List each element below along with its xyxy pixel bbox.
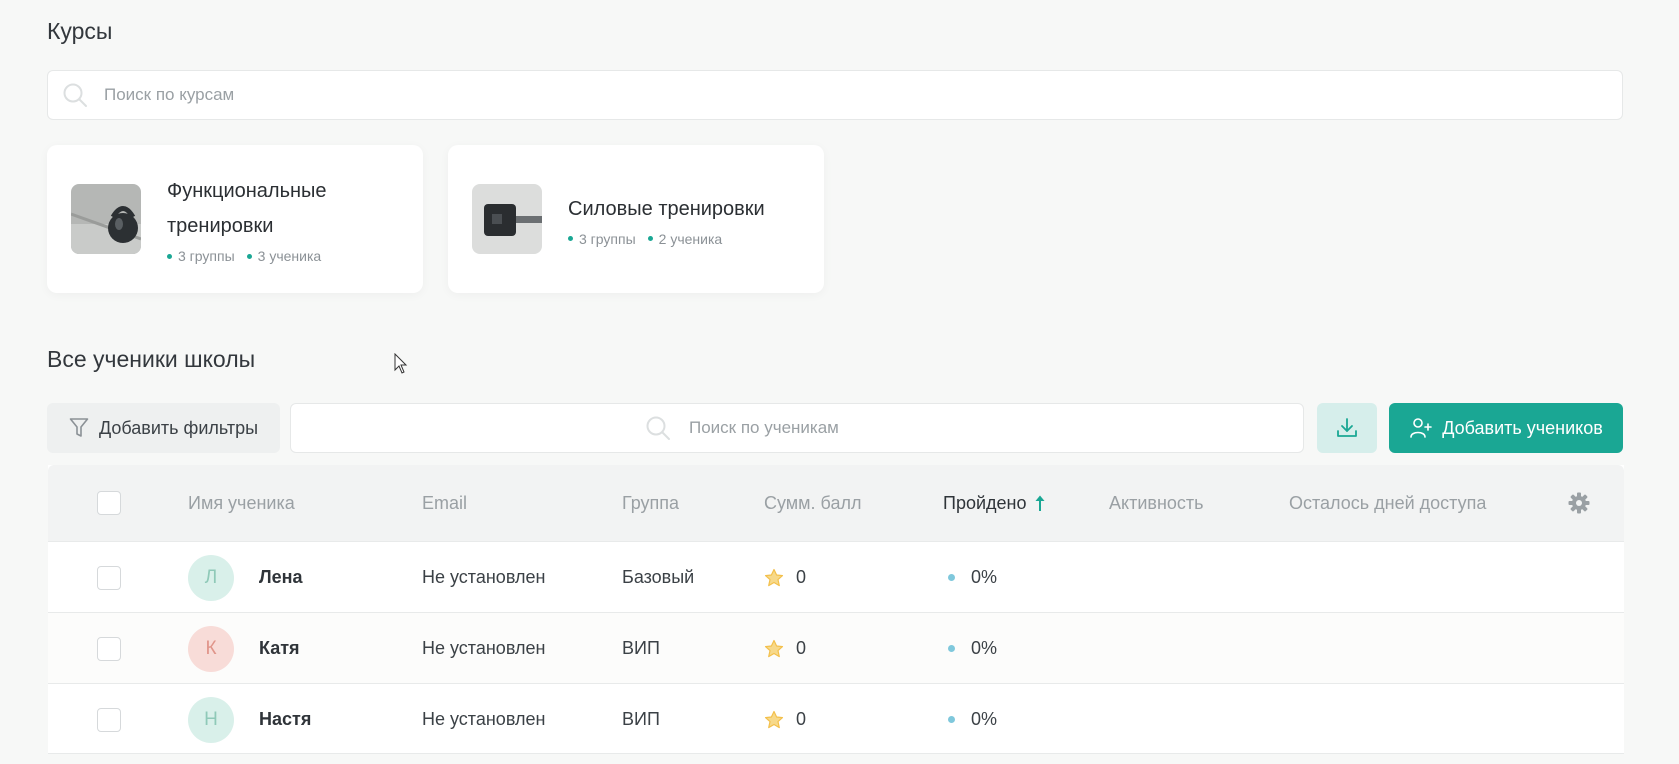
student-email: Не установлен (422, 567, 546, 587)
column-header-activity[interactable]: Активность (1109, 465, 1204, 541)
select-all-cell (97, 465, 121, 541)
column-header-days-left[interactable]: Осталось дней доступа (1289, 465, 1486, 541)
courses-title: Курсы (47, 18, 113, 44)
course-groups-count: 3 группы (568, 231, 636, 247)
add-filters-label: Добавить фильтры (98, 417, 259, 438)
row-checkbox[interactable] (97, 707, 121, 732)
search-icon (646, 416, 670, 440)
course-students-count: 3 ученика (247, 248, 322, 264)
add-filters-button[interactable]: Добавить фильтры (47, 403, 280, 453)
add-students-label: Добавить учеников (1442, 417, 1603, 438)
course-thumbnail-dumbbell (472, 184, 542, 254)
download-button[interactable] (1317, 403, 1377, 453)
students-title: Все ученики школы (47, 346, 256, 372)
student-group: ВИП (622, 709, 660, 729)
course-students-count: 2 ученика (648, 231, 723, 247)
column-header-completed-label: Пройдено (943, 492, 1027, 513)
student-search-box[interactable] (290, 403, 1304, 453)
row-checkbox[interactable] (97, 565, 121, 590)
star-icon (764, 710, 784, 728)
course-name-line1: Функциональные (167, 180, 327, 202)
sort-up-icon (1035, 495, 1045, 511)
column-settings-cell[interactable] (1568, 465, 1590, 541)
course-card-strength[interactable]: Силовые тренировки 3 группы 2 ученика (448, 145, 824, 293)
student-score: 0 (796, 709, 807, 729)
avatar: К (188, 625, 234, 672)
kettlebell-image-icon (71, 184, 141, 254)
progress-dot (948, 716, 955, 723)
add-user-icon (1410, 418, 1433, 438)
student-completed: 0% (971, 709, 998, 729)
student-search-input[interactable] (689, 418, 949, 438)
student-score: 0 (796, 567, 807, 587)
table-header: Имя ученика Email Группа Сумм. балл Прой… (48, 465, 1624, 541)
table-row[interactable]: Л Лена Не установлен Базовый 0 0% (48, 541, 1624, 612)
star-icon (764, 639, 784, 657)
download-icon (1337, 418, 1357, 437)
student-score: 0 (796, 638, 807, 658)
column-header-name[interactable]: Имя ученика (188, 465, 295, 541)
course-thumbnail-kettlebell (71, 184, 141, 254)
course-search-box[interactable] (47, 70, 1623, 120)
filter-icon (69, 418, 89, 437)
avatar: Н (188, 696, 234, 743)
progress-dot (948, 645, 955, 652)
column-header-completed[interactable]: Пройдено (943, 465, 1046, 541)
student-email: Не установлен (422, 709, 546, 729)
avatar: Л (188, 554, 234, 601)
student-completed: 0% (971, 567, 998, 587)
student-name[interactable]: Настя (259, 709, 311, 730)
student-group: Базовый (622, 567, 695, 587)
progress-dot (948, 574, 955, 581)
course-name-line2: тренировки (167, 215, 274, 237)
cursor-icon (394, 353, 408, 374)
column-header-group[interactable]: Группа (622, 465, 679, 541)
students-table: Имя ученика Email Группа Сумм. балл Прой… (48, 465, 1624, 754)
table-row[interactable]: К Катя Не установлен ВИП 0 0% (48, 612, 1624, 683)
course-name: Силовые тренировки (568, 197, 765, 220)
table-row[interactable]: Н Настя Не установлен ВИП 0 0% (48, 683, 1624, 754)
select-all-checkbox[interactable] (97, 491, 121, 515)
student-group: ВИП (622, 638, 660, 658)
column-header-email[interactable]: Email (422, 465, 467, 541)
column-header-score[interactable]: Сумм. балл (764, 465, 861, 541)
add-students-button[interactable]: Добавить учеников (1389, 403, 1623, 453)
student-completed: 0% (971, 638, 998, 658)
student-name[interactable]: Катя (259, 638, 300, 659)
search-icon (63, 83, 87, 107)
star-icon (764, 568, 784, 586)
student-name[interactable]: Лена (259, 567, 303, 588)
dumbbell-image-icon (472, 184, 542, 254)
student-email: Не установлен (422, 638, 546, 658)
course-groups-count: 3 группы (167, 248, 235, 264)
row-checkbox[interactable] (97, 636, 121, 661)
gear-icon (1568, 492, 1590, 514)
course-card-functional[interactable]: Функциональные тренировки 3 группы 3 уче… (47, 145, 423, 293)
course-search-input[interactable] (104, 85, 1622, 105)
